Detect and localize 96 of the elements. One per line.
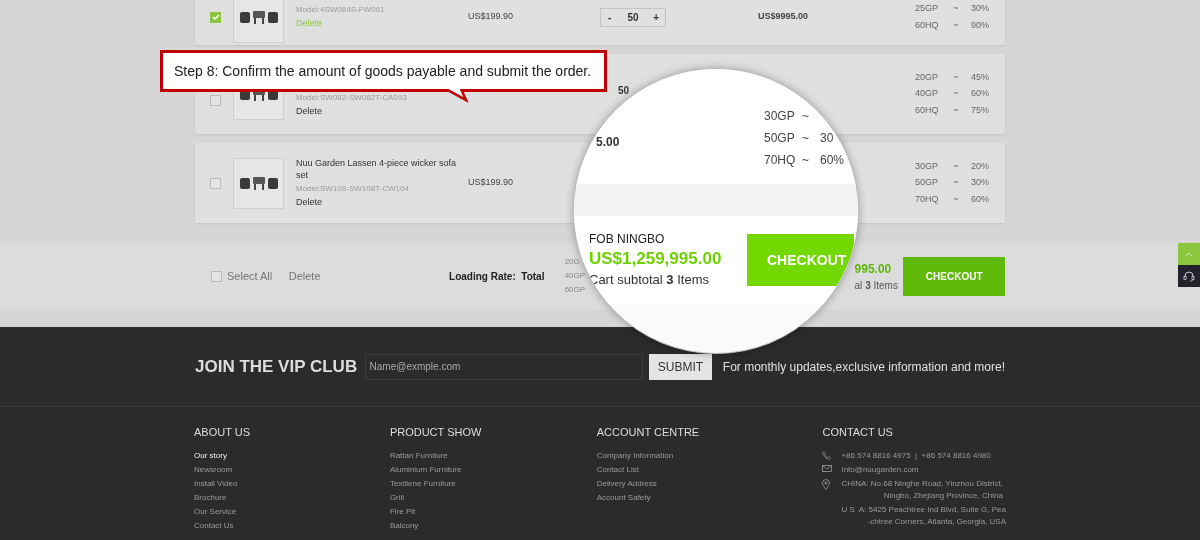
footer-link[interactable]: Balcony <box>389 519 419 532</box>
cart-total: US$1,259,995.00 <box>589 248 723 271</box>
footer-link[interactable]: Fire Pit <box>389 505 416 518</box>
unit-price: US$199.90 <box>468 177 514 188</box>
container-size: 50GP <box>915 176 939 190</box>
checkbox[interactable] <box>210 94 221 106</box>
cart-total: 995.00 <box>854 260 893 278</box>
quantity-value: 50 <box>618 86 630 96</box>
contact-text: CHINA: No.68 Ninghe Road, Yinzhou District, <box>841 477 1003 490</box>
tilde: ~ <box>802 152 810 169</box>
tilde: ~ <box>953 70 960 84</box>
footer-link[interactable]: Our story <box>194 449 227 462</box>
load-percent: 30 <box>820 130 834 147</box>
location-pin-icon <box>822 478 831 490</box>
load-percent: 75% <box>971 103 989 117</box>
footer-link[interactable]: Our Service <box>194 505 237 518</box>
column-heading: PRODUCT SHOW <box>389 425 483 440</box>
footer-link[interactable]: Account Safety <box>596 491 651 504</box>
footer-link[interactable]: Rattan Furniture <box>389 449 448 462</box>
load-percent: 45% <box>971 70 989 84</box>
select-all-label[interactable]: Select All <box>227 267 273 285</box>
footer-link[interactable]: Contact List <box>596 463 639 476</box>
tilde: ~ <box>802 108 810 125</box>
delete-link[interactable]: Delete <box>296 104 322 118</box>
newsletter-note: For monthly updates,exclusive information and more! <box>722 358 1005 376</box>
load-percent: 30% <box>971 2 989 15</box>
footer-link[interactable]: Delivery Address <box>596 477 657 490</box>
column-heading: ACCOUNT CENTRE <box>596 425 701 440</box>
contact-text: U S A: 5425 Peachtree Ind Blvd, Suite G, Pea <box>841 503 1006 516</box>
product-name[interactable]: Nuu Garden Lassen 4-piece wicker sofa set <box>296 157 468 181</box>
container-size: 70HQ <box>764 152 797 169</box>
checkbox[interactable] <box>210 177 221 189</box>
container-size: 60HQ <box>915 18 940 32</box>
load-percent: 20% <box>971 159 989 173</box>
chevron-up-icon <box>1185 251 1193 257</box>
shipping-term: FOB NINGBO <box>589 231 666 249</box>
email-field[interactable]: Name@exmple.com <box>364 353 644 380</box>
envelope-icon <box>822 464 833 472</box>
load-percent: 30% <box>971 176 989 190</box>
tilde: ~ <box>953 176 960 190</box>
delete-link[interactable]: Delete <box>296 195 322 209</box>
model-number: Model:4SW084S-FW091 <box>296 4 385 16</box>
container-size: 30GP <box>915 159 939 173</box>
customer-service-button[interactable] <box>1178 265 1200 287</box>
tilde: ~ <box>802 130 810 147</box>
container-size: 20GP <box>915 70 939 84</box>
container-size: 60HQ <box>915 103 940 117</box>
container-size: 25GP <box>915 2 939 15</box>
footer-link[interactable]: Company Information <box>596 449 674 462</box>
vip-club-title: JOIN THE VIP CLUB <box>195 355 359 378</box>
model-number: Model:SW108-SW108T-CW104 <box>296 183 409 195</box>
load-percent: 60% <box>971 192 989 206</box>
load-percent: 90% <box>971 18 989 32</box>
container-size: 40GP <box>915 87 939 101</box>
tilde: ~ <box>953 18 960 32</box>
column-heading: ABOUT US <box>194 425 252 440</box>
checkbox[interactable] <box>211 270 222 282</box>
tilde: ~ <box>953 159 960 173</box>
contact-text: +86 574 8816 4975 | +86 574 8816 4980 <box>841 449 991 462</box>
load-percent: 60% <box>971 87 989 101</box>
delete-link[interactable]: Delete <box>288 267 321 285</box>
quantity-stepper[interactable]: - 50 + <box>600 7 666 27</box>
contact-text: Ningbo, Zhejiang Province, China <box>883 489 1003 502</box>
tilde: ~ <box>953 103 960 117</box>
tilde: ~ <box>953 87 960 101</box>
loading-rate-label: Loading Rate: Total <box>449 269 545 284</box>
container-size: 50GP <box>764 130 796 147</box>
callout-text: Step 8: Confirm the amount of goods payable and submit the order. <box>174 61 592 81</box>
footer-link[interactable]: Contact Us <box>194 519 234 532</box>
tilde: ~ <box>953 192 960 206</box>
phone-icon <box>822 450 832 460</box>
container-size: 30GP <box>764 108 796 125</box>
footer-link[interactable]: Aluminium Furniture <box>389 463 462 476</box>
footer-link[interactable]: Brochure <box>194 491 227 504</box>
footer-link[interactable]: Install Video <box>194 477 238 490</box>
headset-icon <box>1183 270 1195 282</box>
container-size: 70HQ <box>915 192 940 206</box>
footer-link[interactable]: Grill <box>389 491 405 504</box>
contact-text: -chtree Corners, Atlanta, Georgia, USA <box>867 515 1006 528</box>
tilde: ~ <box>953 2 960 15</box>
unit-price: US$199.90 <box>468 11 514 22</box>
footer-link[interactable]: Textilene Furniture <box>389 477 456 490</box>
container-size: 20G <box>564 257 580 267</box>
item-count: al 3 Items <box>854 278 899 293</box>
footer-link[interactable]: Newsroom <box>194 463 233 476</box>
checkbox[interactable] <box>210 11 221 23</box>
row-subtotal: 5.00 <box>596 134 621 151</box>
contact-text: Info@nuugarden.com <box>841 463 919 476</box>
container-size: 40GP <box>564 271 586 281</box>
load-percent: 60% <box>820 152 845 169</box>
row-subtotal: US$9995.00 <box>758 11 809 22</box>
model-number: Model:SW082-SW082T-CA093 <box>296 92 407 104</box>
column-heading: CONTACT US <box>822 425 894 440</box>
product-thumbnail <box>233 157 284 209</box>
container-size: 60GP <box>564 285 586 295</box>
submit-button[interactable]: SUBMIT <box>649 353 712 380</box>
